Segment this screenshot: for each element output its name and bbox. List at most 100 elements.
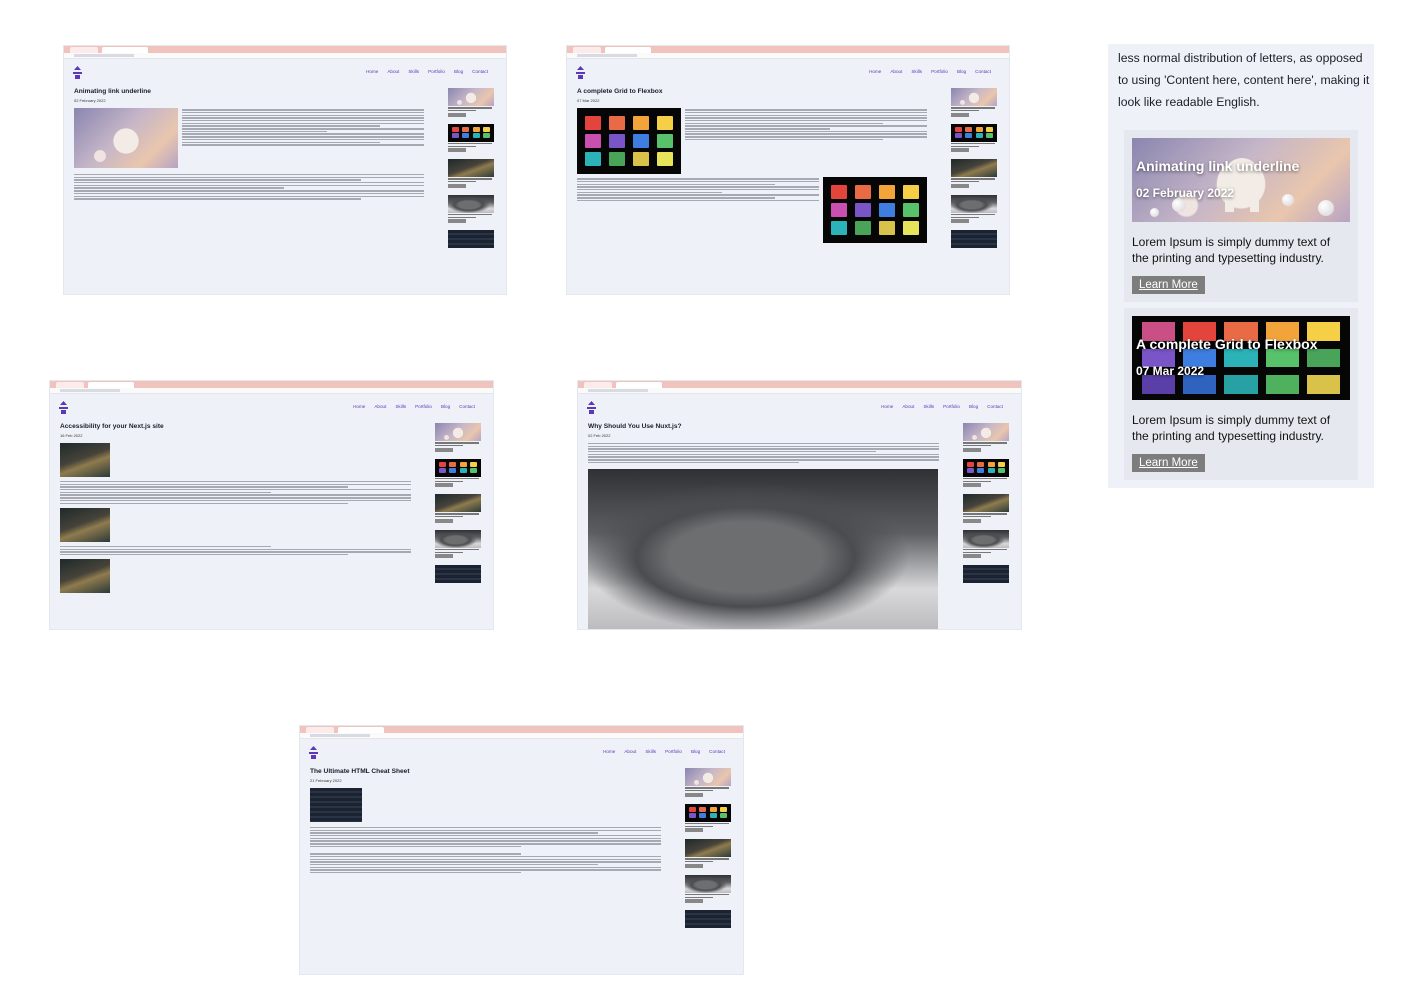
nav-link-home[interactable]: Home (881, 404, 893, 409)
learn-more-button[interactable]: Learn More (1132, 276, 1205, 294)
nav-link-home[interactable]: Home (869, 69, 881, 74)
article: Why Should You Use Nuxt.js? 02 Feb 2022 (588, 423, 939, 629)
sidebar-card[interactable] (435, 565, 481, 584)
nav-link-portfolio[interactable]: Portfolio (665, 749, 682, 754)
nav-link-home[interactable]: Home (366, 69, 378, 74)
nav-link-portfolio[interactable]: Portfolio (428, 69, 445, 74)
learn-more-button[interactable]: Learn More (1132, 454, 1205, 472)
screenshot-thumbnail-2[interactable]: Home About Skills Portfolio Blog Contact… (567, 46, 1009, 294)
blog-page: Home About Skills Portfolio Blog Contact… (567, 58, 1009, 294)
sidebar-card[interactable] (963, 529, 1009, 559)
article-date: 16 Feb 2022 (60, 433, 83, 438)
sidebar-card[interactable] (435, 494, 481, 523)
sidebar-card[interactable] (951, 123, 997, 153)
article-text (685, 108, 927, 174)
learn-more-button[interactable] (448, 112, 466, 117)
blog-page: Home About Skills Portfolio Blog Contact… (50, 393, 493, 629)
site-logo-icon[interactable] (72, 66, 83, 79)
nav-link-skills[interactable]: Skills (911, 69, 922, 74)
article-text (182, 108, 424, 168)
nav-link-blog[interactable]: Blog (691, 749, 700, 754)
nav-link-blog[interactable]: Blog (441, 404, 450, 409)
sidebar-card[interactable] (448, 123, 494, 153)
article-image (310, 788, 362, 822)
sidebar-card[interactable] (963, 565, 1009, 584)
nav-link-skills[interactable]: Skills (923, 404, 934, 409)
sidebar-card[interactable] (951, 88, 997, 117)
sidebar-card[interactable] (951, 230, 997, 249)
sidebar-card[interactable] (963, 423, 1009, 452)
nav-link-home[interactable]: Home (353, 404, 365, 409)
card-banner-image[interactable]: Animating link underline 02 February 202… (1132, 138, 1350, 222)
nav-link-about[interactable]: About (374, 404, 386, 409)
sidebar-card[interactable] (448, 230, 494, 249)
screenshot-thumbnail-5[interactable]: Home About Skills Portfolio Blog Contact… (300, 726, 743, 974)
nav-link-portfolio[interactable]: Portfolio (415, 404, 432, 409)
sidebar-card[interactable] (685, 839, 731, 868)
sidebar-card[interactable] (685, 803, 731, 833)
article-image (60, 443, 110, 477)
sidebar-card[interactable] (435, 529, 481, 559)
sidebar-card[interactable] (963, 458, 1009, 488)
site-logo-icon[interactable] (58, 401, 69, 414)
nav-link-about[interactable]: About (624, 749, 636, 754)
article-image (60, 559, 110, 594)
card-title[interactable]: Animating link underline (1136, 158, 1299, 174)
article-title: The Ultimate HTML Cheat Sheet (310, 768, 410, 775)
nav-link-portfolio[interactable]: Portfolio (943, 404, 960, 409)
nav-link-portfolio[interactable]: Portfolio (931, 69, 948, 74)
article-image (60, 507, 110, 542)
article-image (74, 108, 178, 168)
sidebar-posts (435, 423, 481, 590)
sidebar-card[interactable] (435, 458, 481, 488)
sidebar-posts (448, 88, 494, 255)
nav-link-blog[interactable]: Blog (454, 69, 463, 74)
nav-link-contact[interactable]: Contact (987, 404, 1003, 409)
nav-link-contact[interactable]: Contact (709, 749, 725, 754)
site-logo-icon[interactable] (575, 66, 586, 79)
article-text (588, 443, 939, 464)
browser-tab-bar (64, 46, 506, 53)
article-image (577, 108, 681, 174)
screenshot-thumbnail-4[interactable]: Home About Skills Portfolio Blog Contact… (578, 381, 1021, 629)
card-banner-image[interactable]: A complete Grid to Flexbox 07 Mar 2022 (1132, 316, 1350, 400)
nav-link-contact[interactable]: Contact (472, 69, 488, 74)
blog-card: A complete Grid to Flexbox 07 Mar 2022 L… (1124, 308, 1358, 480)
nav-link-skills[interactable]: Skills (408, 69, 419, 74)
nav-link-skills[interactable]: Skills (645, 749, 656, 754)
sidebar-posts (951, 88, 997, 255)
sidebar-card[interactable] (448, 159, 494, 188)
sidebar-card[interactable] (685, 874, 731, 904)
nav-link-skills[interactable]: Skills (395, 404, 406, 409)
nav-link-blog[interactable]: Blog (957, 69, 966, 74)
screenshot-thumbnail-1[interactable]: Home About Skills Portfolio Blog Contact… (64, 46, 506, 294)
screenshot-thumbnail-3[interactable]: Home About Skills Portfolio Blog Contact… (50, 381, 493, 629)
article-title: A complete Grid to Flexbox (577, 88, 663, 95)
main-nav: Home About Skills Portfolio Blog Contact (869, 69, 991, 74)
sidebar-card[interactable] (435, 423, 481, 452)
nav-link-about[interactable]: About (387, 69, 399, 74)
sidebar-card[interactable] (448, 194, 494, 224)
article-date: 02 February 2022 (74, 98, 106, 103)
sidebar-card[interactable] (685, 768, 731, 797)
main-nav: Home About Skills Portfolio Blog Contact (603, 749, 725, 754)
article-text (74, 174, 424, 200)
article-text (60, 481, 411, 504)
site-logo-icon[interactable] (308, 746, 319, 759)
sidebar-card[interactable] (951, 159, 997, 188)
nav-link-blog[interactable]: Blog (969, 404, 978, 409)
nav-link-home[interactable]: Home (603, 749, 615, 754)
nav-link-contact[interactable]: Contact (459, 404, 475, 409)
card-title[interactable]: A complete Grid to Flexbox (1136, 336, 1318, 352)
nav-link-about[interactable]: About (890, 69, 902, 74)
nav-link-contact[interactable]: Contact (975, 69, 991, 74)
card-description: Lorem Ipsum is simply dummy text of the … (1132, 413, 1331, 443)
article: Accessibility for your Next.js site 16 F… (60, 423, 411, 594)
sidebar-card[interactable] (685, 910, 731, 929)
nav-link-about[interactable]: About (902, 404, 914, 409)
sidebar-card[interactable] (448, 88, 494, 117)
article-date: 07 Mar 2022 (577, 98, 600, 103)
sidebar-card[interactable] (951, 194, 997, 224)
site-logo-icon[interactable] (586, 401, 597, 414)
sidebar-card[interactable] (963, 494, 1009, 523)
